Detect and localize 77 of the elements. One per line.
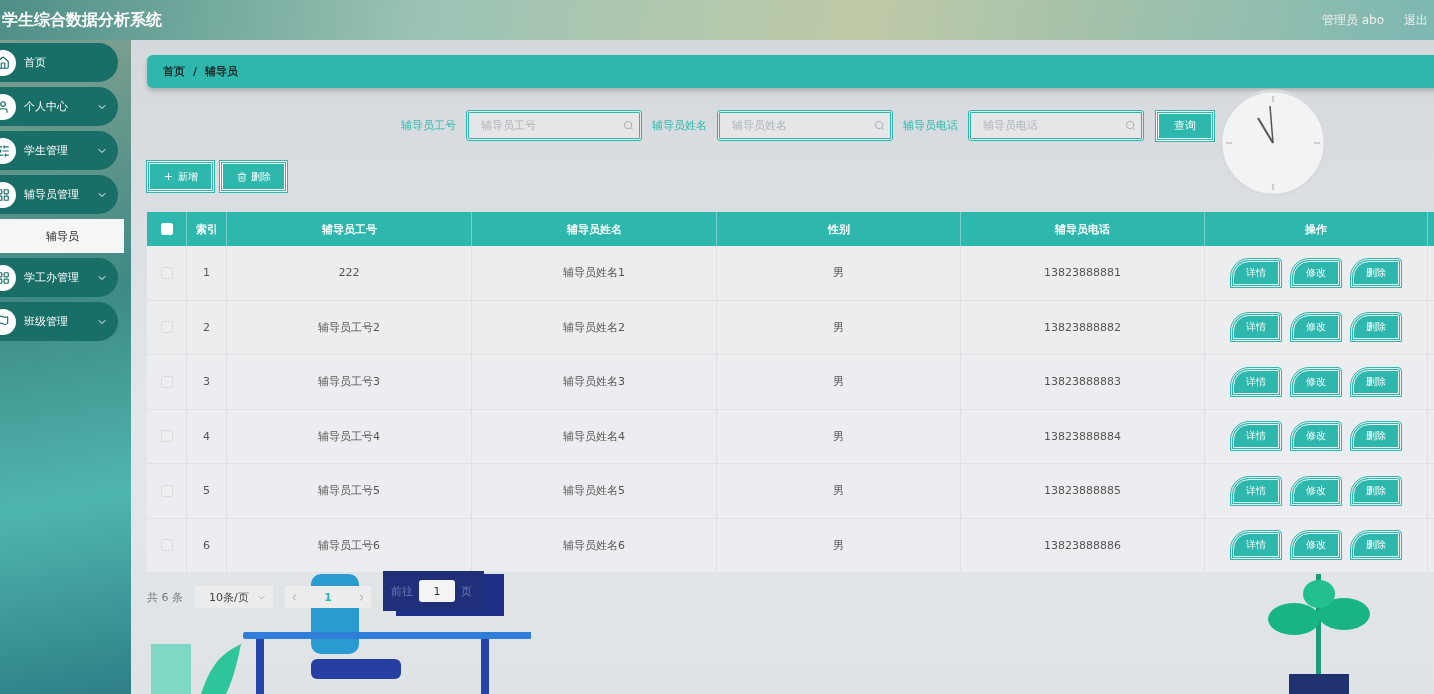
row-action-button[interactable]: 详情 xyxy=(1231,476,1281,505)
goto-label: 前往 xyxy=(391,583,413,599)
query-button[interactable]: 查询 xyxy=(1156,110,1214,141)
table-cell: 辅导员工号4 xyxy=(227,409,472,463)
logout-link[interactable]: 退出 xyxy=(1404,11,1428,29)
table-cell: 辅导员姓名4 xyxy=(472,409,717,463)
row-action-button[interactable]: 修改 xyxy=(1291,258,1341,287)
delete-button[interactable]: 删除 xyxy=(220,161,287,192)
select-all-checkbox[interactable] xyxy=(160,223,173,235)
row-action-button[interactable]: 修改 xyxy=(1291,531,1341,560)
row-action-button[interactable]: 删除 xyxy=(1351,476,1401,505)
total-count: 共 6 条 xyxy=(147,589,183,605)
field-label: 辅导员工号 xyxy=(401,118,456,133)
table-cell: 男 xyxy=(717,300,961,354)
sidebar-item[interactable]: 个人中心 xyxy=(0,87,118,126)
row-action-button[interactable]: 修改 xyxy=(1291,476,1341,505)
page-number[interactable]: 1 xyxy=(324,590,332,604)
search-icon xyxy=(874,120,885,131)
row-action-button[interactable]: 修改 xyxy=(1291,422,1341,451)
table-cell: 辅导员姓名2 xyxy=(472,300,717,354)
row-action-button[interactable]: 详情 xyxy=(1231,258,1281,287)
row-action-button[interactable]: 删除 xyxy=(1351,258,1401,287)
table-cell: 6 xyxy=(187,518,227,572)
submenu-item[interactable]: 辅导员 xyxy=(0,219,124,253)
table-cell: 辅导员姓名3 xyxy=(472,355,717,409)
row-action-button[interactable]: 删除 xyxy=(1351,367,1401,396)
sidebar-item[interactable]: 学生管理 xyxy=(0,131,118,170)
row-action-button[interactable]: 删除 xyxy=(1351,531,1401,560)
table-cell: 222 xyxy=(227,246,472,300)
trash-icon xyxy=(236,171,247,182)
table-cell: 辅导员姓名1 xyxy=(472,246,717,300)
table-cell: 男 xyxy=(717,518,961,572)
page-size-select[interactable]: 10条/页 xyxy=(195,586,273,608)
table-cell: 5 xyxy=(187,464,227,518)
breadcrumb-item[interactable]: 首页 xyxy=(163,64,185,79)
table-cell: 2 xyxy=(187,300,227,354)
user-label: 管理员 abo xyxy=(1321,11,1384,29)
app-title: 学生综合数据分析系统 xyxy=(1,9,162,31)
table-cell: 13823888881 xyxy=(961,246,1205,300)
row-action-button[interactable]: 详情 xyxy=(1231,313,1281,342)
table-cell: 13823888882 xyxy=(961,300,1205,354)
sidebar-item[interactable]: 学工办管理 xyxy=(0,258,118,297)
field-label: 辅导员电话 xyxy=(903,118,958,133)
table-cell: 辅导员工号2 xyxy=(227,300,472,354)
table-cell: 男 xyxy=(717,246,961,300)
row-action-button[interactable]: 删除 xyxy=(1351,313,1401,342)
table-cell: 13823888886 xyxy=(961,518,1205,572)
row-action-button[interactable]: 详情 xyxy=(1231,422,1281,451)
breadcrumb-item[interactable]: 辅导员 xyxy=(205,64,239,79)
page-suffix: 页 xyxy=(461,583,472,599)
table-cell: 辅导员姓名5 xyxy=(472,464,717,518)
goto-page-field[interactable]: 1 xyxy=(419,580,455,602)
row-action-button[interactable]: 删除 xyxy=(1351,422,1401,451)
row-action-button[interactable]: 修改 xyxy=(1291,313,1341,342)
search-icon xyxy=(1125,120,1136,131)
plus-icon xyxy=(163,171,174,182)
sidebar-item[interactable]: 辅导员管理 xyxy=(0,175,118,214)
table-cell: 13823888883 xyxy=(961,355,1205,409)
add-button[interactable]: 新增 xyxy=(147,161,214,192)
table-cell: 1 xyxy=(187,246,227,300)
search-icon xyxy=(623,120,634,131)
row-action-button[interactable]: 详情 xyxy=(1231,531,1281,560)
table-cell: 男 xyxy=(717,464,961,518)
table-cell: 4 xyxy=(187,409,227,463)
table-cell: 13823888885 xyxy=(961,464,1205,518)
sidebar-item[interactable]: 班级管理 xyxy=(0,302,118,341)
table-cell: 13823888884 xyxy=(961,409,1205,463)
table-cell: 男 xyxy=(717,355,961,409)
breadcrumb-separator: / xyxy=(193,65,198,78)
table-cell: 辅导员工号5 xyxy=(227,464,472,518)
sidebar-item[interactable]: 首页 xyxy=(0,43,118,82)
row-action-button[interactable]: 修改 xyxy=(1291,367,1341,396)
table-cell: 男 xyxy=(717,409,961,463)
table-cell: 3 xyxy=(187,355,227,409)
row-action-button[interactable]: 详情 xyxy=(1231,367,1281,396)
table-cell: 辅导员工号3 xyxy=(227,355,472,409)
field-label: 辅导员姓名 xyxy=(652,118,707,133)
